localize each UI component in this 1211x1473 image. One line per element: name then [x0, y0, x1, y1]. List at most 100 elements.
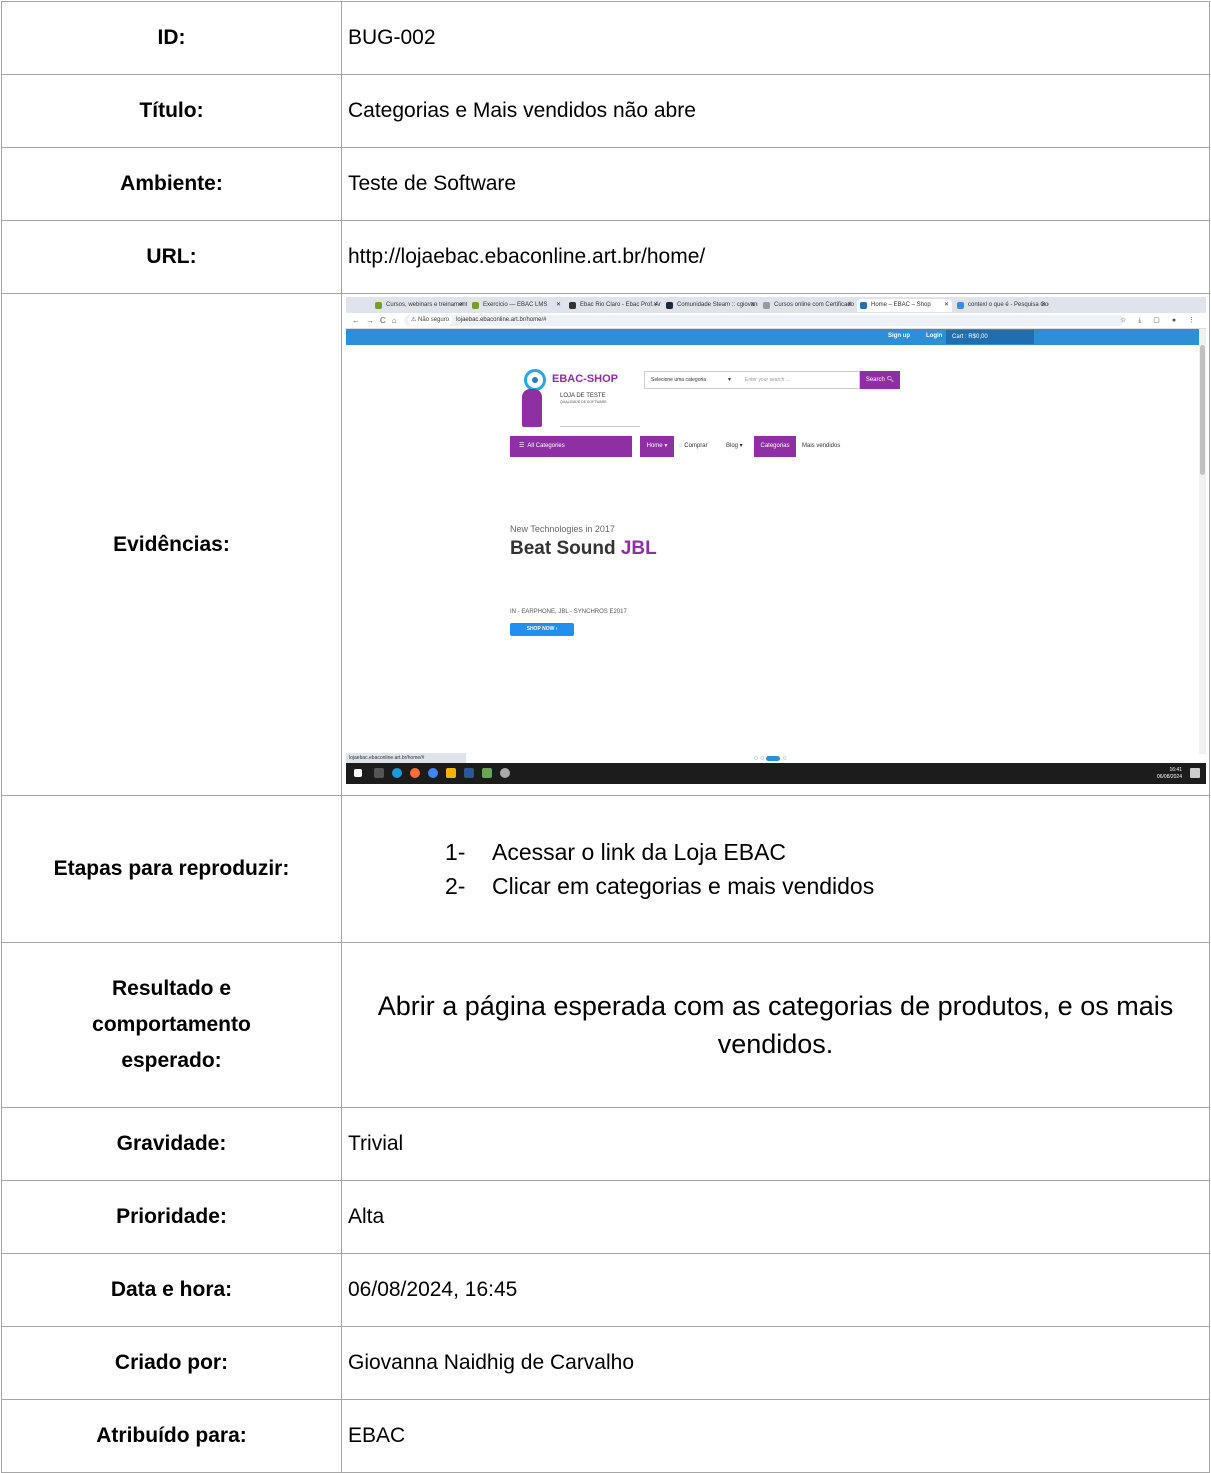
browser-tab: Home – EBAC – Shop ✕ — [857, 299, 952, 312]
id-label: ID: — [1, 1, 342, 75]
explorer-icon — [446, 768, 456, 778]
logo-divider — [560, 426, 640, 427]
taskview-icon — [374, 768, 384, 778]
edge-icon — [392, 768, 402, 778]
close-icon: ✕ — [1040, 302, 1046, 308]
resultado-value: Abrir a página esperada com as categoria… — [341, 942, 1210, 1108]
close-icon: ✕ — [846, 302, 852, 308]
headset-icon: ◌ — [679, 443, 683, 449]
hero-title: Beat Sound JBL — [510, 538, 657, 559]
browser-tab: Cursos online com Certificado ✕ — [760, 299, 855, 312]
shop-now-button: SHOP NOW › — [510, 623, 574, 636]
step-item: 2- Clicar em categorias e mais vendidos — [445, 873, 875, 899]
all-categories-button: ☰ All Categories — [510, 436, 632, 457]
favicon-icon — [472, 302, 479, 309]
browser-tab: contexl o que é - Pesquisa Goo ✕ — [954, 299, 1049, 312]
tab-title: Home – EBAC – Shop — [871, 302, 931, 308]
favicon-icon — [763, 302, 770, 309]
url-value[interactable]: http://lojaebac.ebaconline.art.br/home/ — [341, 220, 1210, 294]
tab-title: Ebac Rio Claro - Ebac Prof. Arno — [580, 302, 661, 308]
logo-tagline: QUALIDADE DE SOFTWARE — [560, 400, 607, 404]
id-value: BUG-002 — [341, 1, 1210, 75]
evidence-cell: Cursos, webinars e treinamento ✕ Exercício… — [341, 293, 1210, 796]
browser-toolbar-icons: ☆ ⤓ ▢ ● ⋮ — [1120, 317, 1200, 324]
favicon-icon — [666, 302, 673, 309]
system-clock: 16:41 06/08/2024 — [1156, 767, 1182, 780]
evidencias-label: Evidências: — [1, 293, 342, 796]
atribuido-label: Atribuído para: — [1, 1399, 342, 1473]
gravidade-label: Gravidade: — [1, 1107, 342, 1181]
security-warning: ⚠ Não seguro — [408, 315, 453, 326]
tab-title: Exercício — EBAC LMS — [483, 302, 548, 308]
nav-blog: Blog ▾ — [726, 443, 743, 449]
tab-title: contexl o que é - Pesquisa Goo — [968, 302, 1049, 308]
nav-home: Home ▾ — [640, 436, 674, 457]
atribuido-value: EBAC — [341, 1399, 1210, 1473]
chrome-icon — [428, 768, 438, 778]
site-topbar: Sign up Login Cart : R$0,00 — [346, 329, 1199, 345]
close-icon: ✕ — [749, 302, 755, 308]
evidence-screenshot: Cursos, webinars e treinamento ✕ Exercício… — [346, 297, 1206, 784]
menu-icon: ☰ — [519, 443, 525, 449]
data-value: 06/08/2024, 16:45 — [341, 1253, 1210, 1327]
site-search: Selecione uma categoria ▼ Enter your sea… — [644, 371, 860, 389]
logo-target-icon — [524, 369, 546, 391]
close-icon: ✕ — [943, 302, 949, 308]
resultado-label: Resultado e comportamento esperado: — [1, 942, 342, 1108]
browser-tab: Ebac Rio Claro - Ebac Prof. Arno ✕ — [566, 299, 661, 312]
titulo-value: Categorias e Mais vendidos não abre — [341, 74, 1210, 148]
nav-mais-vendidos: Mais vendidos — [802, 443, 841, 449]
tab-title: Comunidade Steam :: cgiovanni — [677, 302, 758, 308]
logo-title: EBAC-SHOP — [552, 373, 619, 385]
search-icon: 🔍︎ — [886, 377, 895, 383]
chevron-down-icon: ▼ — [727, 377, 732, 383]
browser-address-bar: ←→C⌂ ⚠ Não seguro lojaebac.ebaconline.art… — [346, 313, 1206, 329]
hero-info: IN - EARPHONE, JBL - SYNCHROS E2017 — [510, 609, 627, 615]
address-field: ⚠ Não seguro lojaebac.ebaconline.art.br/h… — [404, 315, 1124, 326]
ambiente-label: Ambiente: — [1, 147, 342, 221]
ambiente-value: Teste de Software — [341, 147, 1210, 221]
firefox-icon — [410, 768, 420, 778]
windows-taskbar: 16:41 06/08/2024 — [346, 763, 1206, 784]
browser-tab: Comunidade Steam :: cgiovanni ✕ — [663, 299, 758, 312]
browser-tab: Exercício — EBAC LMS ✕ — [469, 299, 564, 312]
favicon-icon — [375, 302, 382, 309]
nav-comprar: ◌ Comprar — [679, 443, 708, 449]
favicon-icon — [860, 302, 867, 309]
app2-icon — [500, 768, 510, 778]
app-icon — [482, 768, 492, 778]
logo-hand-icon — [522, 389, 542, 427]
tab-title: Cursos online com Certificado — [774, 302, 855, 308]
favicon-icon — [957, 302, 964, 309]
criado-label: Criado por: — [1, 1326, 342, 1400]
word-icon — [464, 768, 474, 778]
browser-tabbar: Cursos, webinars e treinamento ✕ Exercício… — [346, 297, 1206, 313]
signup-link: Sign up — [888, 333, 910, 339]
titulo-label: Título: — [1, 74, 342, 148]
prioridade-label: Prioridade: — [1, 1180, 342, 1254]
carousel-dots: ○ ○ ○ — [754, 755, 787, 762]
url-label: URL: — [1, 220, 342, 294]
hero-highlight: JBL — [620, 538, 657, 559]
close-icon: ✕ — [458, 302, 464, 308]
etapas-value: 1- Acessar o link da Loja EBAC 2- Clicar e… — [341, 795, 1210, 943]
favicon-icon — [569, 302, 576, 309]
data-label: Data e hora: — [1, 1253, 342, 1327]
category-select: Selecione uma categoria — [651, 377, 707, 383]
hero-kicker: New Technologies in 2017 — [510, 524, 615, 534]
login-link: Login — [926, 333, 943, 339]
criado-value: Giovanna Naidhig de Carvalho — [341, 1326, 1210, 1400]
gravidade-value: Trivial — [341, 1107, 1210, 1181]
nav-categorias: Categorias — [754, 436, 796, 457]
notification-icon — [1190, 768, 1200, 778]
status-url: lojaebac.ebaconline.art.br/home/# — [346, 753, 466, 763]
logo-subtitle: LOJA DE TESTE — [560, 393, 606, 399]
step-item: 1- Acessar o link da Loja EBAC — [445, 839, 787, 865]
search-button: Search 🔍︎ — [860, 371, 900, 389]
tab-title: Cursos, webinars e treinamento — [386, 302, 467, 308]
cart-button: Cart : R$0,00 — [946, 330, 1034, 344]
prioridade-value: Alta — [341, 1180, 1210, 1254]
etapas-label: Etapas para reproduzir: — [1, 795, 342, 943]
close-icon: ✕ — [652, 302, 658, 308]
steps-list: 1- Acessar o link da Loja EBAC 2- Clicar e… — [342, 835, 1209, 903]
